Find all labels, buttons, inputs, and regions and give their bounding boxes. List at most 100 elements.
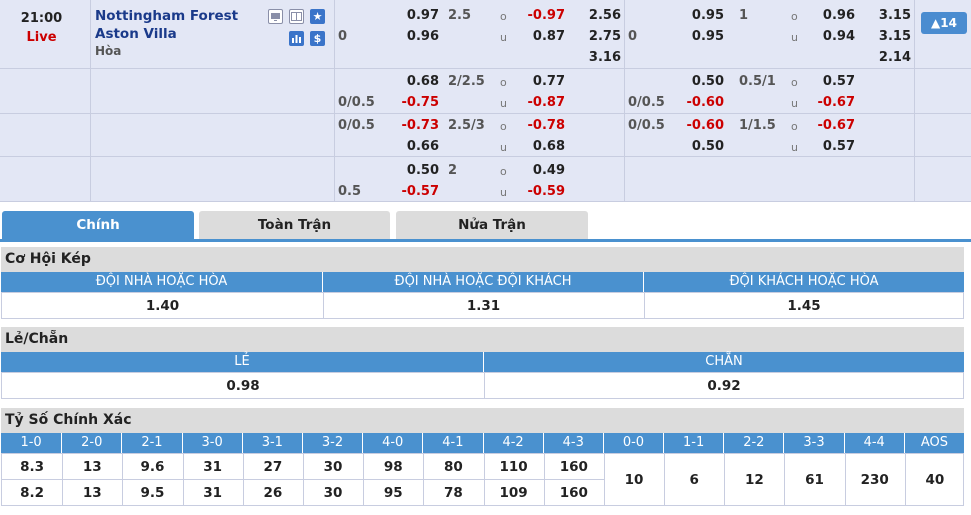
cs-away-odds[interactable]: 9.5 bbox=[122, 485, 182, 501]
tab-main[interactable]: Chính bbox=[2, 211, 194, 239]
draw-label: Hòa bbox=[95, 44, 122, 58]
dc-value-home-away[interactable]: 1.31 bbox=[323, 298, 644, 314]
ht-1x2-home[interactable]: 3.15 bbox=[870, 8, 911, 23]
dc-value-home-draw[interactable]: 1.40 bbox=[2, 298, 323, 314]
tv-icon[interactable] bbox=[268, 9, 283, 24]
double-chance-title: Cơ Hội Kép bbox=[1, 247, 964, 272]
cs-home-odds[interactable]: 9.6 bbox=[122, 459, 182, 475]
cs-header-2-1: 2-1 bbox=[121, 433, 181, 453]
ft-away-odds[interactable]: 0.96 bbox=[390, 29, 439, 44]
cs-home-odds[interactable]: 8.3 bbox=[2, 459, 62, 475]
ft-home-odds[interactable]: 0.68 bbox=[390, 74, 439, 89]
ft-ou-line: 2/2.5 bbox=[448, 74, 485, 89]
more-markets-button[interactable]: ▲14 bbox=[921, 12, 967, 34]
ft-over-odds[interactable]: 0.77 bbox=[518, 74, 565, 89]
cs-draw-odds[interactable]: 12 bbox=[724, 472, 784, 488]
cs-away-odds[interactable]: 95 bbox=[363, 485, 423, 501]
ht-1x2-draw[interactable]: 2.14 bbox=[870, 50, 911, 65]
over-label: o bbox=[791, 120, 798, 133]
row-divider bbox=[0, 113, 971, 114]
cs-draw-odds[interactable]: 10 bbox=[604, 472, 664, 488]
over-label: o bbox=[500, 10, 507, 23]
ft-ou-line: 2.5/3 bbox=[448, 118, 485, 133]
ft-under-odds[interactable]: -0.59 bbox=[518, 184, 565, 199]
correct-score-values: 8.3 8.2 13 13 9.6 9.5 31 31 27 26 30 30 98 95 80 78 110 1… bbox=[1, 453, 964, 506]
oe-value-odd[interactable]: 0.98 bbox=[2, 378, 484, 394]
cs-away-odds[interactable]: 160 bbox=[544, 485, 604, 501]
cs-draw-odds[interactable]: 61 bbox=[784, 472, 844, 488]
ft-away-odds[interactable]: -0.75 bbox=[390, 95, 439, 110]
dc-header-home-draw: ĐỘI NHÀ HOẶC HÒA bbox=[95, 274, 228, 289]
cs-home-odds[interactable]: 13 bbox=[62, 459, 122, 475]
ht-under-odds[interactable]: -0.67 bbox=[808, 95, 855, 110]
tab-full-match[interactable]: Toàn Trận bbox=[199, 211, 390, 239]
stats-icon[interactable] bbox=[289, 31, 304, 46]
dollar-icon[interactable]: $ bbox=[310, 31, 325, 46]
cs-header-3-0: 3-0 bbox=[181, 433, 242, 453]
odd-even-header: LẺ CHẴN bbox=[1, 352, 964, 372]
cs-draw-odds[interactable]: 6 bbox=[664, 472, 724, 488]
ft-under-odds[interactable]: 0.68 bbox=[518, 139, 565, 154]
cs-draw-odds[interactable]: 40 bbox=[905, 472, 965, 488]
ht-home-odds[interactable]: 0.50 bbox=[676, 74, 724, 89]
field-icon[interactable] bbox=[289, 9, 304, 24]
ft-over-odds[interactable]: -0.97 bbox=[518, 8, 565, 23]
cs-draw-odds[interactable]: 230 bbox=[845, 472, 905, 488]
away-team-link[interactable]: Aston Villa bbox=[95, 27, 177, 42]
ft-home-odds[interactable]: 0.50 bbox=[390, 163, 439, 178]
cs-home-odds[interactable]: 110 bbox=[484, 459, 544, 475]
ft-1x2-draw[interactable]: 3.16 bbox=[580, 50, 621, 65]
correct-score-title: Tỷ Số Chính Xác bbox=[1, 408, 964, 433]
cs-header-3-2: 3-2 bbox=[301, 433, 362, 453]
ht-away-odds[interactable]: -0.60 bbox=[676, 95, 724, 110]
ft-over-odds[interactable]: -0.78 bbox=[518, 118, 565, 133]
ft-under-odds[interactable]: 0.87 bbox=[518, 29, 565, 44]
ft-away-odds[interactable]: -0.57 bbox=[390, 184, 439, 199]
cs-home-odds[interactable]: 31 bbox=[183, 459, 243, 475]
ft-1x2-away[interactable]: 2.75 bbox=[580, 29, 621, 44]
col-divider bbox=[624, 0, 625, 202]
cs-home-odds[interactable]: 80 bbox=[423, 459, 483, 475]
ht-away-odds[interactable]: 0.95 bbox=[676, 29, 724, 44]
cs-header-2-0: 2-0 bbox=[61, 433, 121, 453]
cs-away-odds[interactable]: 31 bbox=[183, 485, 243, 501]
oe-value-even[interactable]: 0.92 bbox=[484, 378, 964, 394]
ht-home-odds[interactable]: 0.95 bbox=[676, 8, 724, 23]
cs-away-odds[interactable]: 109 bbox=[484, 485, 544, 501]
ft-under-odds[interactable]: -0.87 bbox=[518, 95, 565, 110]
ht-1x2-away[interactable]: 3.15 bbox=[870, 29, 911, 44]
ft-home-odds[interactable]: -0.73 bbox=[390, 118, 439, 133]
cs-home-odds[interactable]: 98 bbox=[363, 459, 423, 475]
ht-over-odds[interactable]: 0.57 bbox=[808, 74, 855, 89]
ht-away-odds[interactable]: 0.50 bbox=[676, 139, 724, 154]
double-chance-values: 1.40 1.31 1.45 bbox=[1, 292, 964, 319]
tab-half-time[interactable]: Nửa Trận bbox=[396, 211, 588, 239]
ft-home-odds[interactable]: 0.97 bbox=[390, 8, 439, 23]
ht-home-odds[interactable]: -0.60 bbox=[676, 118, 724, 133]
odd-even-values: 0.98 0.92 bbox=[1, 372, 964, 399]
cs-home-odds[interactable]: 160 bbox=[544, 459, 604, 475]
ft-away-odds[interactable]: 0.66 bbox=[390, 139, 439, 154]
oe-header-even: CHẴN bbox=[483, 352, 964, 372]
cs-away-odds[interactable]: 13 bbox=[62, 485, 122, 501]
ht-under-odds[interactable]: 0.94 bbox=[808, 29, 855, 44]
ft-1x2-home[interactable]: 2.56 bbox=[580, 8, 621, 23]
ht-over-odds[interactable]: -0.67 bbox=[808, 118, 855, 133]
cs-home-odds[interactable]: 30 bbox=[303, 459, 363, 475]
cs-header-aos: AOS bbox=[903, 433, 964, 453]
col-divider bbox=[90, 0, 91, 202]
cs-away-odds[interactable]: 8.2 bbox=[2, 485, 62, 501]
row-divider bbox=[0, 156, 971, 157]
home-team-link[interactable]: Nottingham Forest bbox=[95, 9, 238, 24]
dc-value-away-draw[interactable]: 1.45 bbox=[644, 298, 964, 314]
ht-over-odds[interactable]: 0.96 bbox=[808, 8, 855, 23]
cs-header-2-2: 2-2 bbox=[723, 433, 783, 453]
ht-under-odds[interactable]: 0.57 bbox=[808, 139, 855, 154]
cs-away-odds[interactable]: 26 bbox=[243, 485, 303, 501]
ht-hdp-home: 0/0.5 bbox=[628, 118, 665, 133]
star-icon[interactable]: ★ bbox=[310, 9, 325, 24]
cs-home-odds[interactable]: 27 bbox=[243, 459, 303, 475]
ft-over-odds[interactable]: 0.49 bbox=[518, 163, 565, 178]
cs-away-odds[interactable]: 78 bbox=[423, 485, 483, 501]
cs-away-odds[interactable]: 30 bbox=[303, 485, 363, 501]
